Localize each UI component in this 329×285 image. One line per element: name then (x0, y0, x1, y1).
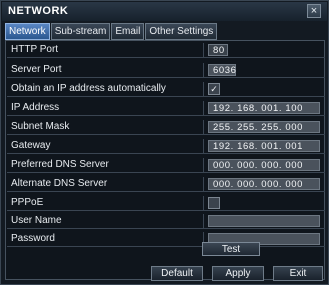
exit-button[interactable]: Exit (273, 266, 323, 281)
tab-email[interactable]: Email (111, 23, 145, 40)
preferred-dns-input[interactable]: 000. 000. 000. 000 (208, 159, 320, 171)
alternate-dns-label: Alternate DNS Server (11, 178, 108, 189)
tab-bar: Network Sub-stream Email Other Settings (5, 23, 218, 40)
subnet-mask-input[interactable]: 255. 255. 255. 000 (208, 121, 320, 133)
column-divider (203, 63, 204, 78)
server-port-input[interactable]: 6036 (208, 64, 236, 76)
network-settings-window: NETWORK × Network Sub-stream Email Other… (0, 0, 329, 285)
tab-network[interactable]: Network (5, 23, 50, 40)
gateway-row: Gateway 192. 168. 001. 001 (7, 139, 325, 154)
user-name-input[interactable] (208, 215, 320, 227)
title-bar: NETWORK × (2, 2, 327, 21)
column-divider (203, 101, 204, 116)
column-divider (203, 196, 204, 211)
default-button[interactable]: Default (151, 266, 203, 281)
user-name-label: User Name (11, 215, 62, 226)
server-port-label: Server Port (11, 64, 62, 75)
column-divider (203, 139, 204, 154)
alternate-dns-row: Alternate DNS Server 000. 000. 000. 000 (7, 177, 325, 192)
http-port-row: HTTP Port 80 (7, 43, 325, 58)
alternate-dns-input[interactable]: 000. 000. 000. 000 (208, 178, 320, 190)
column-divider (203, 214, 204, 229)
window-title: NETWORK (8, 5, 69, 17)
ip-address-input[interactable]: 192. 168. 001. 100 (208, 102, 320, 114)
close-button[interactable]: × (307, 4, 321, 18)
column-divider (203, 82, 204, 97)
tab-sub-stream[interactable]: Sub-stream (50, 23, 111, 40)
preferred-dns-label: Preferred DNS Server (11, 159, 109, 170)
tab-other-settings[interactable]: Other Settings (145, 23, 218, 40)
user-name-row: User Name (7, 214, 325, 229)
ip-address-row: IP Address 192. 168. 001. 100 (7, 101, 325, 116)
pppoe-row: PPPoE (7, 196, 325, 211)
test-button[interactable]: Test (202, 242, 260, 256)
server-port-row: Server Port 6036 (7, 63, 325, 78)
obtain-ip-auto-label: Obtain an IP address automatically (11, 83, 166, 94)
gateway-input[interactable]: 192. 168. 001. 001 (208, 140, 320, 152)
gateway-label: Gateway (11, 140, 51, 151)
preferred-dns-row: Preferred DNS Server 000. 000. 000. 000 (7, 158, 325, 173)
column-divider (203, 120, 204, 135)
column-divider (203, 158, 204, 173)
http-port-label: HTTP Port (11, 44, 59, 55)
column-divider (203, 43, 204, 58)
obtain-ip-auto-row: Obtain an IP address automatically ✓ (7, 82, 325, 97)
pppoe-label: PPPoE (11, 197, 44, 208)
subnet-mask-row: Subnet Mask 255. 255. 255. 000 (7, 120, 325, 135)
http-port-input[interactable]: 80 (208, 44, 228, 56)
password-row: Password (7, 232, 325, 247)
apply-button[interactable]: Apply (212, 266, 264, 281)
obtain-ip-auto-checkbox[interactable]: ✓ (208, 83, 220, 95)
pppoe-checkbox[interactable] (208, 197, 220, 209)
password-label: Password (11, 233, 55, 244)
ip-address-label: IP Address (11, 102, 60, 113)
subnet-mask-label: Subnet Mask (11, 121, 70, 132)
column-divider (203, 177, 204, 192)
